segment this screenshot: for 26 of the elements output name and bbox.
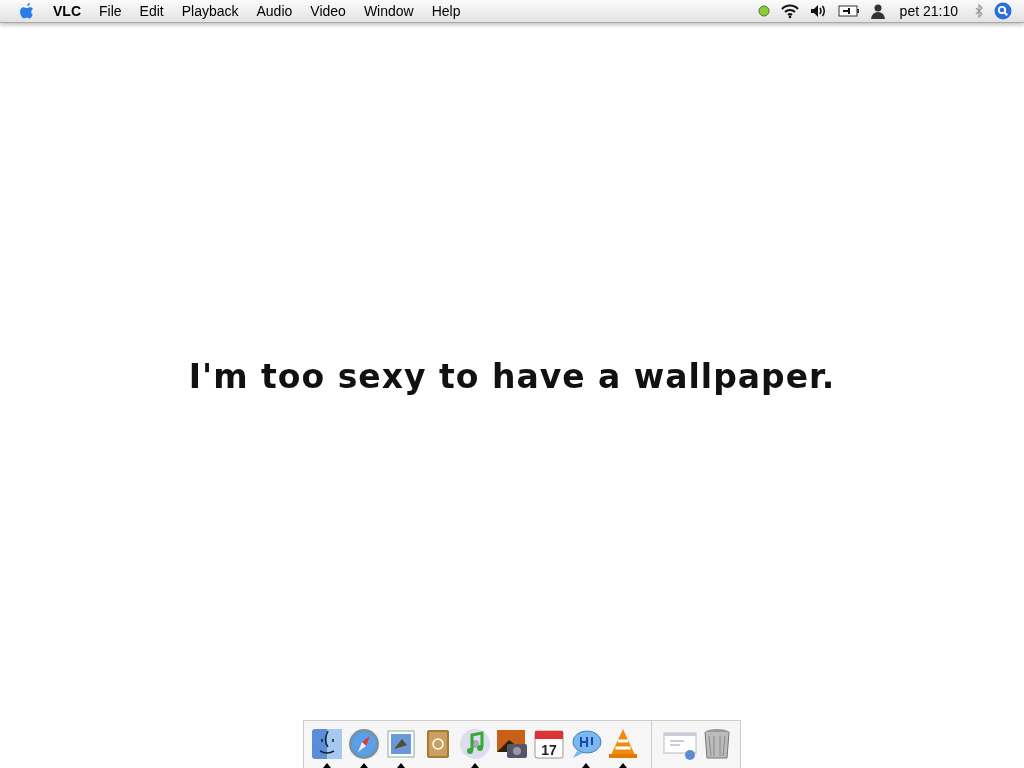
user-icon[interactable]	[869, 3, 886, 19]
apple-icon[interactable]	[19, 2, 35, 20]
search-icon[interactable]	[994, 2, 1012, 20]
volume-icon[interactable]	[809, 4, 828, 18]
menu-item[interactable]: Audio	[256, 3, 293, 19]
menu-item[interactable]: Video	[310, 3, 346, 19]
bird-stamp-icon[interactable]	[384, 727, 418, 761]
menu-item[interactable]: Help	[431, 3, 461, 19]
speech-bubble-icon[interactable]	[569, 727, 603, 761]
app-menu[interactable]: VLC	[53, 3, 81, 19]
battery-icon[interactable]	[837, 5, 860, 17]
calendar-icon[interactable]: 17	[532, 727, 566, 761]
status-light-icon[interactable]	[757, 5, 770, 17]
wifi-icon[interactable]	[779, 3, 800, 19]
trash-can-icon[interactable]	[702, 727, 732, 761]
clock-text[interactable]: pet 21:10	[899, 3, 958, 19]
menu-item[interactable]: Window	[363, 3, 414, 19]
bluetooth-icon[interactable]	[974, 4, 984, 18]
wallpaper-message: I'm too sexy to have a wallpaper.	[188, 357, 836, 396]
finder-face-icon[interactable]	[310, 727, 344, 761]
compass-icon[interactable]	[347, 727, 381, 761]
menu-item[interactable]: File	[99, 3, 122, 19]
traffic-cone-icon[interactable]	[606, 727, 640, 761]
menu-item[interactable]: Playback	[181, 3, 239, 19]
photo-camera-icon[interactable]	[495, 727, 529, 761]
menu-item[interactable]: Edit	[139, 3, 164, 19]
